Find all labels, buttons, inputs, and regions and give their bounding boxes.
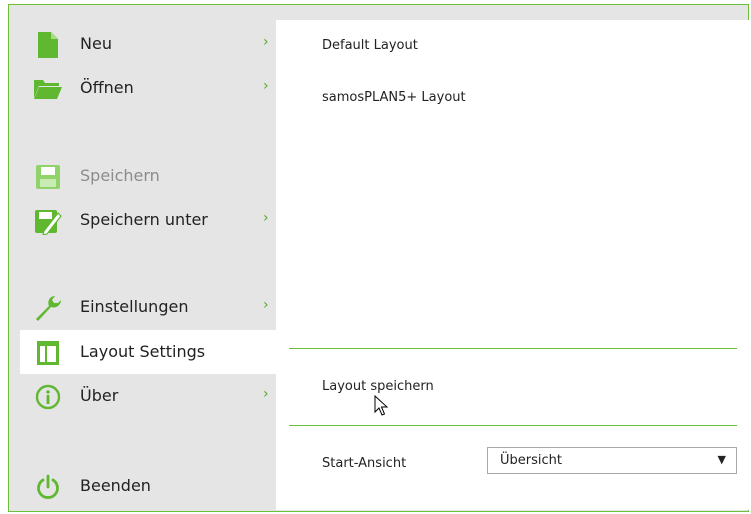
- menu-label: Layout Settings: [80, 342, 206, 361]
- chevron-right-icon: ›: [263, 297, 269, 313]
- mouse-cursor-icon: [374, 394, 389, 421]
- chevron-right-icon: ›: [263, 210, 269, 226]
- menu-item-speichern[interactable]: Speichern: [20, 154, 276, 198]
- layout-settings-panel: Default Layout samosPLAN5+ Layout Layout…: [276, 20, 750, 510]
- chevron-right-icon: ›: [263, 78, 269, 94]
- power-icon: [33, 472, 63, 502]
- menu-item-layout-settings[interactable]: Layout Settings: [20, 330, 276, 374]
- save-icon: [33, 162, 63, 192]
- start-view-label: Start-Ansicht: [322, 456, 407, 471]
- start-view-value: Übersicht: [500, 453, 562, 468]
- chevron-right-icon: ›: [263, 386, 269, 402]
- layout-default[interactable]: Default Layout: [322, 38, 418, 53]
- menu-label: Einstellungen: [80, 297, 189, 316]
- dropdown-arrow-icon: ▼: [717, 453, 726, 466]
- menu-label: Öffnen: [80, 78, 134, 97]
- info-icon: [33, 382, 63, 412]
- menu-item-neu[interactable]: Neu ›: [20, 22, 276, 66]
- layout-icon: [33, 338, 63, 368]
- menu-label: Neu: [80, 34, 112, 53]
- separator: [289, 425, 737, 426]
- chevron-right-icon: ›: [263, 34, 269, 50]
- folder-open-icon: [33, 74, 63, 104]
- menu-item-einstellungen[interactable]: Einstellungen ›: [20, 285, 276, 329]
- menu-label: Speichern: [80, 166, 160, 185]
- separator: [289, 348, 737, 349]
- start-view-dropdown[interactable]: Übersicht ▼: [487, 447, 737, 474]
- save-layout-button[interactable]: Layout speichern: [322, 379, 434, 394]
- layout-samosplan5[interactable]: samosPLAN5+ Layout: [322, 90, 466, 105]
- menu-label: Über: [80, 386, 119, 405]
- wrench-icon: [33, 293, 63, 323]
- menu-item-beenden[interactable]: Beenden: [20, 464, 276, 508]
- save-as-icon: [33, 206, 63, 236]
- menu-item-oeffnen[interactable]: Öffnen ›: [20, 66, 276, 110]
- menu-item-ueber[interactable]: Über ›: [20, 374, 276, 418]
- new-document-icon: [33, 30, 63, 60]
- menu-item-speichern-unter[interactable]: Speichern unter ›: [20, 198, 276, 242]
- menu-label: Beenden: [80, 476, 151, 495]
- menu-label: Speichern unter: [80, 210, 208, 229]
